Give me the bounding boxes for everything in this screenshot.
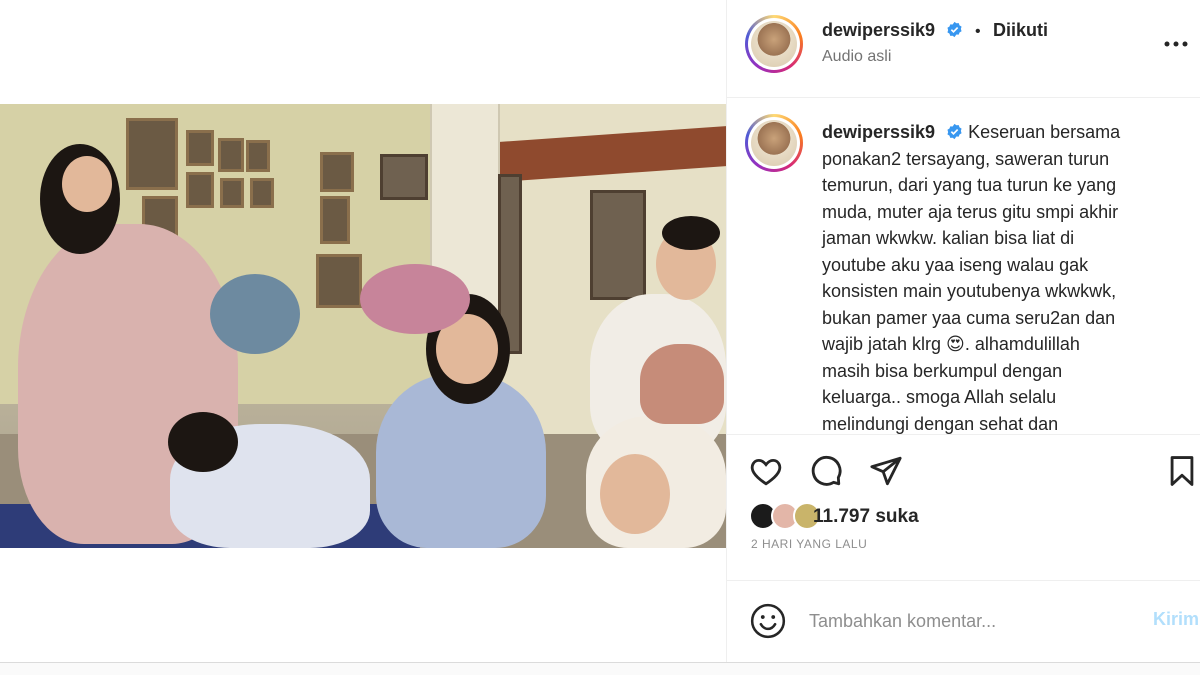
person-hair xyxy=(168,412,238,472)
flower-bouquet xyxy=(360,264,470,334)
scene-window xyxy=(590,190,646,300)
wall-photo-frame xyxy=(126,118,178,190)
caption-line: youtube aku yaa iseng walau gak xyxy=(822,254,1089,275)
person-background xyxy=(640,344,724,424)
caption-line: jaman wkwkw. kalian bisa liat di xyxy=(822,228,1075,248)
caption-line: temurun, dari yang tua turun ke yang xyxy=(822,175,1117,195)
caption-username[interactable]: dewiperssik9 xyxy=(822,122,935,142)
media-pane xyxy=(0,0,726,662)
heart-icon[interactable] xyxy=(749,454,783,488)
comment-input[interactable] xyxy=(809,606,1109,636)
caption-line: bukan pamer yaa cuma seru2an dan xyxy=(822,307,1116,328)
caption-line: keluarga.. smoga Allah selalu xyxy=(822,387,1057,407)
wall-photo-frame xyxy=(218,138,244,172)
like-count[interactable]: 11.797 suka xyxy=(813,506,919,528)
caption-line: ponakan2 tersayang, saweran turun xyxy=(822,148,1110,169)
post-details-panel: dewiperssik9 • Diikuti Audio asli dewipe… xyxy=(726,0,1200,662)
audio-link[interactable]: Audio asli xyxy=(822,48,891,66)
post-header: dewiperssik9 • Diikuti Audio asli xyxy=(727,0,1200,98)
follow-status-button[interactable]: Diikuti xyxy=(993,20,1048,40)
wall-photo-frame xyxy=(250,178,274,208)
separator-dot: • xyxy=(974,23,981,40)
wall-photo-frame xyxy=(186,172,214,208)
caption-line: melindungi dengan sehat dan xyxy=(822,413,1059,434)
comment-icon[interactable] xyxy=(809,454,843,488)
person-cap xyxy=(662,216,720,250)
share-icon[interactable] xyxy=(869,454,903,488)
post-comment-button[interactable]: Kirim xyxy=(1153,609,1199,630)
emoji-icon[interactable] xyxy=(749,602,787,640)
caption-area: dewiperssik9 Keseruan bersama ponakan2 t… xyxy=(727,99,1200,435)
post-video[interactable] xyxy=(0,104,726,548)
wall-photo-frame xyxy=(316,254,362,308)
page-bottom-edge xyxy=(0,662,1200,675)
wall-photo-frame xyxy=(220,178,244,208)
wall-photo-frame xyxy=(320,196,350,244)
caption-line: masih bisa berkumpul dengan xyxy=(822,360,1063,381)
post-timestamp[interactable]: 2 HARI YANG LALU xyxy=(751,537,867,551)
person-face xyxy=(600,454,670,534)
wall-photo-frame xyxy=(186,130,214,166)
post-caption: dewiperssik9 Keseruan bersama ponakan2 t… xyxy=(822,119,1194,434)
header-title-row: dewiperssik9 • Diikuti xyxy=(822,20,1048,41)
caption-line: konsisten main youtubenya wkwkwk, xyxy=(822,281,1117,301)
bookmark-icon[interactable] xyxy=(1165,454,1199,488)
author-username[interactable]: dewiperssik9 xyxy=(822,20,935,40)
wall-photo-frame xyxy=(246,140,270,172)
verified-badge-icon xyxy=(946,21,962,38)
caption-line: Keseruan bersama xyxy=(968,122,1121,142)
caption-line: muda, muter aja terus gitu smpi akhir xyxy=(822,201,1119,222)
add-comment-bar: Kirim xyxy=(727,582,1200,662)
flower-bouquet xyxy=(210,274,300,354)
scene-window xyxy=(380,154,428,200)
more-options-icon[interactable] xyxy=(1163,34,1189,54)
caption-author-avatar[interactable] xyxy=(745,114,803,172)
wall-photo-frame xyxy=(320,152,354,192)
caption-line: wajib jatah klrg 😍. alhamdulillah xyxy=(822,334,1080,354)
author-avatar[interactable] xyxy=(745,15,803,73)
person-face xyxy=(62,156,112,212)
post-actions: 11.797 suka 2 HARI YANG LALU xyxy=(727,436,1200,581)
verified-badge-icon xyxy=(947,123,962,140)
